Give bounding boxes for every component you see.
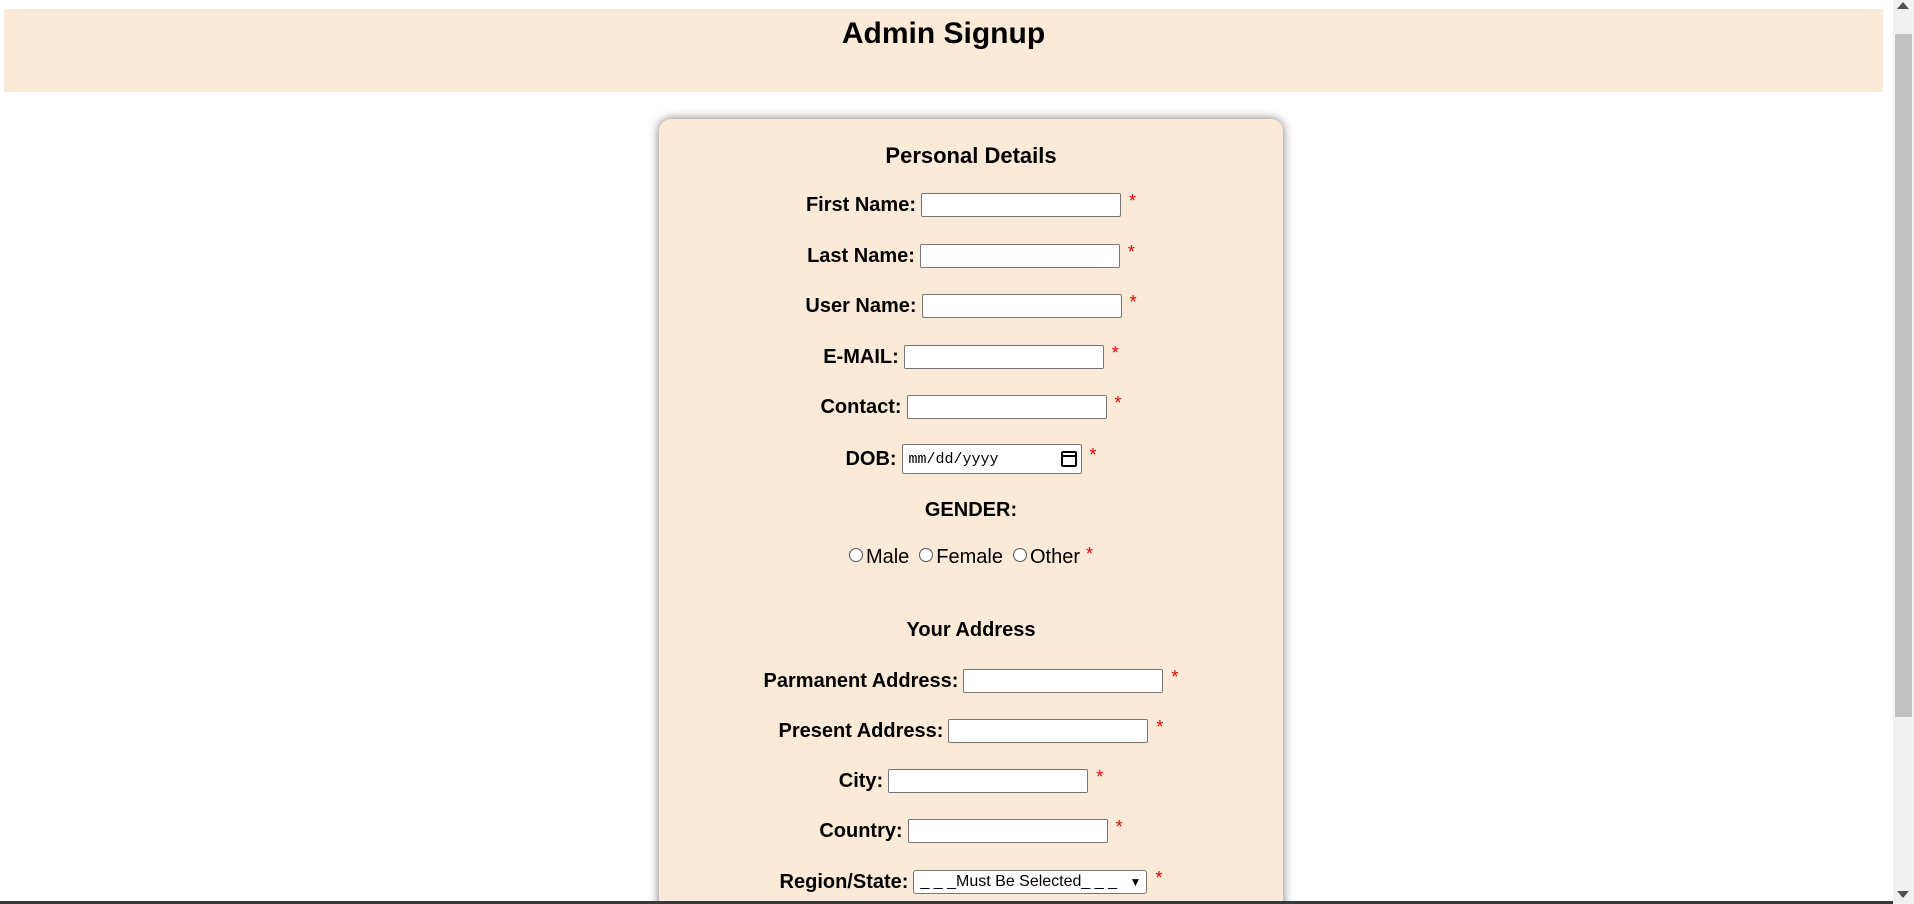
- last-name-input[interactable]: [919, 244, 1120, 268]
- region-row: Region/State: _ _ _Must Be Selected_ _ _…: [659, 867, 1283, 897]
- gender-label: GENDER:: [924, 499, 1018, 521]
- required-mark: *: [1086, 543, 1094, 564]
- required-mark: *: [1129, 190, 1137, 211]
- permanent-address-input[interactable]: [963, 669, 1164, 693]
- country-label: Country:: [819, 819, 903, 842]
- contact-row: Contact: *: [659, 392, 1283, 422]
- region-select[interactable]: _ _ _Must Be Selected_ _ _ ▼: [913, 870, 1148, 894]
- dob-placeholder: mm/dd/yyyy: [908, 450, 999, 468]
- country-input[interactable]: [907, 819, 1108, 843]
- permanent-address-label: Parmanent Address:: [763, 669, 959, 692]
- permanent-address-row: Parmanent Address: *: [659, 666, 1283, 696]
- signup-form-card: Personal Details First Name: * Last Name…: [659, 119, 1283, 904]
- header-banner: Admin Signup: [4, 9, 1883, 92]
- email-row: E-MAIL: *: [659, 342, 1283, 372]
- user-name-label: User Name:: [805, 294, 917, 317]
- required-mark: *: [1171, 666, 1179, 687]
- calendar-icon[interactable]: [1060, 451, 1077, 467]
- contact-label: Contact:: [820, 395, 902, 418]
- scroll-down-arrow-icon[interactable]: [1897, 891, 1909, 898]
- top-rule: [0, 0, 1893, 9]
- vertical-scrollbar[interactable]: [1893, 0, 1914, 904]
- required-mark: *: [1111, 342, 1119, 363]
- email-label: E-MAIL:: [823, 345, 899, 368]
- required-mark: *: [1089, 444, 1097, 465]
- region-label: Region/State:: [779, 870, 909, 893]
- gender-radio-group: Male Female Other *: [659, 542, 1283, 572]
- contact-input[interactable]: [906, 395, 1107, 419]
- required-mark: *: [1156, 716, 1164, 737]
- first-name-input[interactable]: [921, 193, 1121, 217]
- gender-male-label[interactable]: Male: [866, 546, 909, 569]
- required-mark: *: [1129, 291, 1137, 312]
- gender-other-radio[interactable]: [1013, 548, 1027, 562]
- personal-details-heading: Personal Details: [885, 143, 1057, 168]
- scrollbar-thumb[interactable]: [1895, 34, 1912, 717]
- page-title: Admin Signup: [841, 17, 1046, 50]
- gender-other-label[interactable]: Other: [1030, 546, 1080, 569]
- last-name-row: Last Name: *: [659, 241, 1283, 271]
- your-address-heading: Your Address: [906, 619, 1036, 641]
- email-input[interactable]: [903, 345, 1104, 369]
- city-input[interactable]: [888, 769, 1089, 793]
- gender-female-label[interactable]: Female: [936, 546, 1003, 569]
- chevron-down-icon: ▼: [1129, 875, 1142, 889]
- dob-date-input[interactable]: mm/dd/yyyy: [901, 444, 1082, 474]
- dob-row: DOB: mm/dd/yyyy *: [659, 444, 1283, 474]
- required-mark: *: [1114, 392, 1122, 413]
- first-name-row: First Name: *: [659, 190, 1283, 220]
- gender-female-radio[interactable]: [919, 548, 934, 562]
- scroll-up-arrow-icon[interactable]: [1897, 2, 1909, 9]
- country-row: Country: *: [659, 816, 1283, 846]
- user-name-input[interactable]: [921, 294, 1122, 318]
- required-mark: *: [1127, 241, 1135, 262]
- present-address-label: Present Address:: [778, 719, 944, 742]
- user-name-row: User Name: *: [659, 291, 1283, 321]
- city-row: City: *: [659, 766, 1283, 796]
- page: Admin Signup Personal Details First Name…: [0, 0, 1914, 904]
- required-mark: *: [1096, 766, 1104, 787]
- gender-male-radio[interactable]: [848, 548, 863, 562]
- dob-label: DOB:: [845, 447, 897, 470]
- required-mark: *: [1155, 867, 1163, 888]
- city-label: City:: [838, 769, 884, 792]
- last-name-label: Last Name:: [807, 244, 915, 267]
- required-mark: *: [1115, 816, 1123, 837]
- first-name-label: First Name:: [805, 193, 916, 216]
- present-address-input[interactable]: [948, 719, 1149, 743]
- region-selected-value: _ _ _Must Be Selected_ _ _: [920, 873, 1118, 890]
- present-address-row: Present Address: *: [659, 716, 1283, 746]
